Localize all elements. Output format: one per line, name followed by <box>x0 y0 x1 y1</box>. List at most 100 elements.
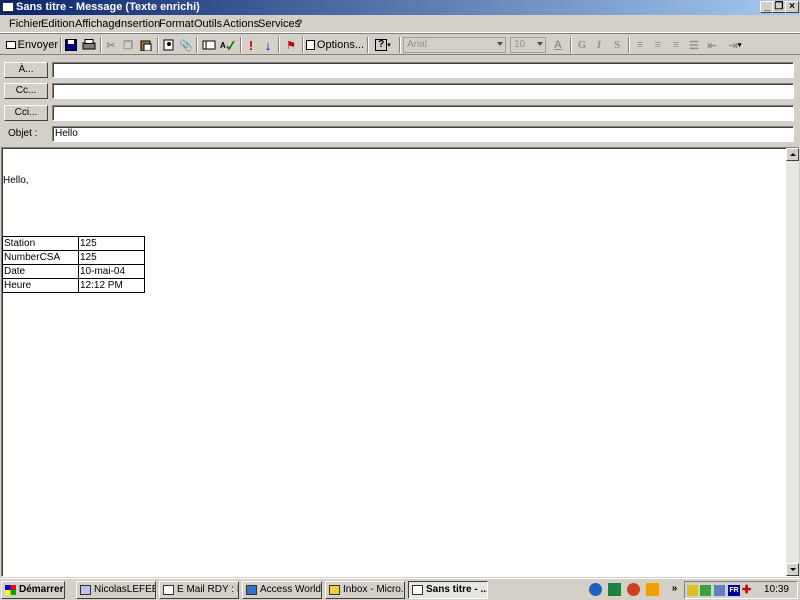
decrease-indent-icon[interactable]: ⇤ <box>705 36 719 54</box>
taskbar: Démarrer NicolasLEFEB... E Mail RDY : B.… <box>0 578 800 600</box>
chevron-down-icon <box>497 42 503 46</box>
italic-button[interactable]: I <box>593 36 605 54</box>
send-button[interactable]: Envoyer <box>6 36 58 54</box>
table-cell: 125 <box>78 236 145 251</box>
separator <box>302 37 304 53</box>
options-button[interactable]: Options... <box>306 36 364 54</box>
underline-button[interactable]: S <box>611 36 623 54</box>
align-right-icon[interactable]: ≡ <box>669 36 683 54</box>
high-importance-icon[interactable]: ! <box>245 36 257 54</box>
options-icon <box>306 40 315 50</box>
separator <box>157 37 159 53</box>
ie-icon <box>246 585 257 595</box>
font-color-icon[interactable]: A <box>550 36 566 54</box>
arrow-up-icon <box>790 153 796 156</box>
monitor-icon[interactable] <box>714 585 725 596</box>
outlook-icon <box>329 585 340 595</box>
menu-outils[interactable]: Outils <box>194 18 222 30</box>
table-row: Heure 12:12 PM <box>2 278 145 293</box>
to-field[interactable] <box>52 62 794 78</box>
windows-logo-icon <box>5 585 16 595</box>
player-quicklaunch-icon[interactable] <box>646 583 659 596</box>
print-icon[interactable] <box>81 36 97 54</box>
task-label: Sans titre - ... <box>426 584 488 595</box>
to-button[interactable]: À... <box>4 62 48 78</box>
vertical-scrollbar[interactable] <box>786 148 799 576</box>
data-table: Station 125 NumberCSA 125 Date 10-mai-04 He… <box>2 236 145 293</box>
menu-insertion[interactable]: Insertion <box>118 18 160 30</box>
close-button[interactable]: × <box>785 1 799 13</box>
font-name-select[interactable]: Arial <box>403 37 506 53</box>
scroll-up-button[interactable] <box>786 148 799 161</box>
message-body-editor[interactable] <box>1 147 799 577</box>
copy-icon[interactable]: ❐ <box>121 36 135 54</box>
bcc-field[interactable] <box>52 105 794 121</box>
bcc-button[interactable]: Cci... <box>4 105 48 121</box>
menu-format[interactable]: Format <box>159 18 194 30</box>
menu-fichier[interactable]: Fichier <box>9 18 42 30</box>
menu-actions[interactable]: Actions <box>223 18 259 30</box>
svg-text:A: A <box>220 41 226 50</box>
body-greeting: Hello, <box>3 175 29 186</box>
chevron-down-icon <box>537 42 543 46</box>
menu-help[interactable]: ? <box>296 18 302 30</box>
separator <box>196 37 198 53</box>
address-book-icon[interactable] <box>162 36 176 54</box>
language-indicator[interactable]: FR <box>728 585 740 596</box>
scroll-down-button[interactable] <box>786 563 799 576</box>
network-icon[interactable] <box>700 585 711 596</box>
system-tray: FR ✚ 10:39 <box>684 581 798 599</box>
font-size-select[interactable]: 10 <box>510 37 546 53</box>
low-importance-icon[interactable]: ↓ <box>262 36 274 54</box>
separator <box>399 37 401 53</box>
paste-icon[interactable] <box>139 36 153 54</box>
restore-button[interactable]: ❐ <box>772 1 786 13</box>
check-names-icon[interactable] <box>201 36 217 54</box>
cc-field[interactable] <box>52 83 794 99</box>
subject-field[interactable]: Hello <box>52 126 794 142</box>
pen-icon[interactable] <box>687 585 698 596</box>
align-left-icon[interactable]: ≡ <box>633 36 647 54</box>
menu-bar: Fichier Edition Affichage Insertion Form… <box>0 15 800 33</box>
cc-button[interactable]: Cc... <box>4 83 48 99</box>
table-cell: NumberCSA <box>2 250 79 265</box>
align-center-icon[interactable]: ≡ <box>651 36 665 54</box>
options-label: Options... <box>316 39 364 51</box>
attach-icon[interactable]: 📎 <box>179 36 193 54</box>
ie-quicklaunch-icon[interactable] <box>589 583 602 596</box>
increase-indent-icon[interactable]: ⇥ ▾ <box>723 36 747 54</box>
menu-edition[interactable]: Edition <box>41 18 75 30</box>
menu-affichage[interactable]: Affichage <box>75 18 121 30</box>
task-label: Access World ... <box>260 584 321 595</box>
start-button[interactable]: Démarrer <box>1 581 65 599</box>
task-button[interactable]: Inbox - Micro... <box>325 581 405 599</box>
separator <box>367 37 369 53</box>
chevron-right-icon[interactable]: » <box>668 583 681 596</box>
task-button[interactable]: E Mail RDY : B... <box>159 581 239 599</box>
help-icon[interactable]: ? ▾ <box>371 36 395 54</box>
title-bar: Sans titre - Message (Texte enrichi) _ ❐… <box>0 0 800 15</box>
spellcheck-icon[interactable]: A <box>219 36 237 54</box>
bold-button[interactable]: G <box>576 36 588 54</box>
task-button[interactable]: NicolasLEFEB... <box>76 581 156 599</box>
bullets-icon[interactable]: ☰ <box>687 36 701 54</box>
task-button[interactable]: Access World ... <box>242 581 322 599</box>
font-name-value: Arial <box>407 39 428 50</box>
save-icon[interactable] <box>64 36 78 54</box>
table-row: Date 10-mai-04 <box>2 264 145 279</box>
clock[interactable]: 10:39 <box>764 584 789 595</box>
flag-icon[interactable]: ⚑ <box>284 36 298 54</box>
media-quicklaunch-icon[interactable] <box>627 583 640 596</box>
task-label: E Mail RDY : B... <box>177 584 238 595</box>
window-title: Sans titre - Message (Texte enrichi) <box>16 1 200 13</box>
menu-services[interactable]: Services <box>258 18 300 30</box>
cut-icon[interactable]: ✂ <box>104 36 118 54</box>
envelope-icon <box>6 41 16 49</box>
antivirus-icon[interactable]: ✚ <box>742 585 753 596</box>
start-label: Démarrer <box>19 584 64 595</box>
arrow-down-icon <box>790 568 796 571</box>
table-cell: 12:12 PM <box>78 278 145 293</box>
table-cell: 10-mai-04 <box>78 264 145 279</box>
task-button-active[interactable]: Sans titre - ... <box>408 581 488 599</box>
excel-quicklaunch-icon[interactable] <box>608 583 621 596</box>
